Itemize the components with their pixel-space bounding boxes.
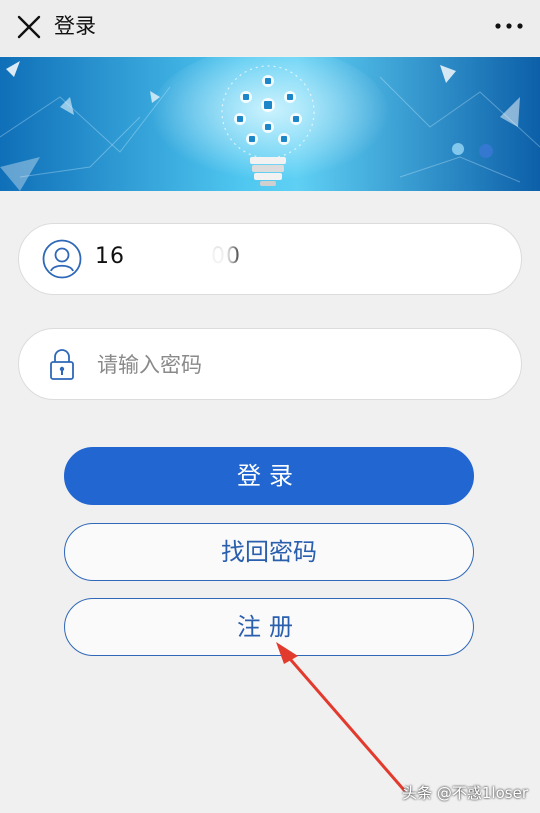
lock-icon [50, 349, 74, 380]
close-icon [17, 15, 41, 39]
register-button[interactable]: 注册 [64, 598, 474, 656]
more-button[interactable] [492, 10, 526, 42]
password-input[interactable] [95, 347, 479, 383]
top-bar: 登录 [0, 0, 540, 56]
header-banner [0, 57, 540, 191]
page-title: 登录 [54, 14, 96, 38]
login-button[interactable]: 登录 [64, 447, 474, 505]
user-icon [42, 239, 82, 279]
more-dots-icon [495, 23, 523, 29]
username-field[interactable]: 1600 [18, 223, 522, 295]
redacted-area [137, 238, 235, 278]
password-field[interactable] [18, 328, 522, 400]
close-button[interactable] [10, 8, 48, 46]
lightbulb-tech-banner [0, 57, 540, 191]
watermark: 头条 @不惑1loser [402, 784, 528, 802]
recover-password-button[interactable]: 找回密码 [64, 523, 474, 581]
